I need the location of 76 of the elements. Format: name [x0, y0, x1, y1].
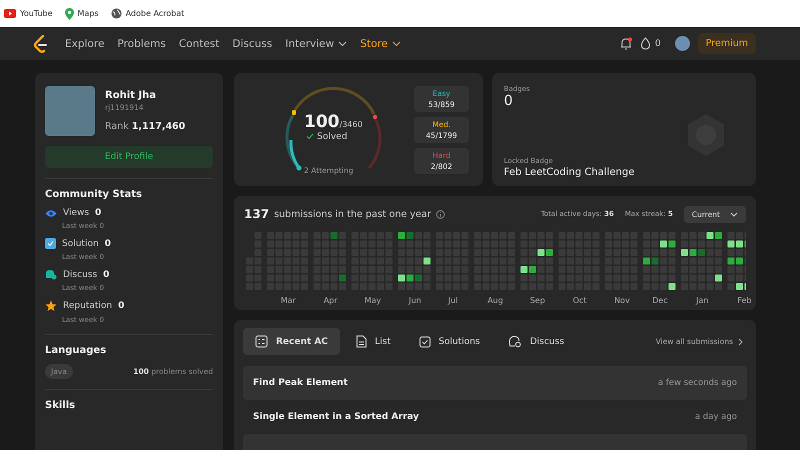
nav-link[interactable]: Interview	[285, 38, 348, 50]
logo-icon[interactable]	[33, 34, 49, 52]
bookmark-link[interactable]: YouTube	[20, 9, 53, 18]
section-title: Skills	[45, 400, 76, 411]
check-icon	[306, 133, 314, 140]
star-icon	[45, 300, 57, 312]
month-label: Aug	[487, 296, 504, 305]
chat-search-icon	[508, 335, 522, 348]
chevron-down-icon	[338, 41, 348, 47]
solved-count: 100	[304, 112, 340, 132]
stat-label: Discuss	[63, 270, 98, 280]
section-title: Languages	[45, 345, 108, 356]
checkbox-icon	[45, 238, 56, 249]
bookmark-link[interactable]: Adobe Acrobat	[126, 9, 184, 18]
month-label: Jul	[448, 296, 458, 305]
month-label: Nov	[614, 296, 630, 305]
month-label: Sep	[530, 296, 546, 305]
video-icon	[4, 9, 16, 18]
bell-icon[interactable]	[620, 37, 632, 50]
eye-icon	[45, 208, 57, 218]
month-label: Dec	[652, 296, 668, 305]
submission-row[interactable]: Find Peak Element a few seconds ago	[243, 366, 747, 400]
submission-count: 137	[244, 207, 270, 221]
month-label: May	[364, 296, 382, 305]
checkbox-icon	[418, 336, 431, 348]
month-label: Feb	[737, 296, 752, 305]
month-label: Jan	[696, 296, 708, 305]
nav-link[interactable]: Contest	[178, 38, 220, 50]
nav-link[interactable]: Discuss	[232, 38, 272, 50]
submission-row[interactable]: Single Element in a Sorted Array a day ago	[243, 400, 747, 434]
photo-placeholder	[45, 86, 95, 136]
submission-time: a day ago	[694, 412, 737, 422]
badges-count: 0	[504, 93, 514, 109]
coin-count: 0	[654, 38, 661, 48]
month-label: Mar	[280, 296, 296, 305]
edit-profile-button[interactable]: Edit Profile	[45, 146, 213, 168]
month-label: Apr	[324, 296, 338, 305]
chat-icon	[45, 269, 57, 280]
total-count: /3460	[340, 120, 363, 128]
rank-label: Rank	[105, 121, 129, 132]
badge-name: Feb LeetCoding Challenge	[504, 167, 636, 178]
chevron-down-icon	[392, 41, 401, 47]
stat-value: 0	[104, 238, 111, 248]
month-label: Oct	[572, 296, 587, 305]
problem-title: Single Element in a Sorted Array	[253, 412, 419, 422]
month-label: Jun	[408, 296, 422, 305]
stat-label: Reputation	[63, 301, 112, 311]
rank-value: 1,117,460	[132, 121, 186, 132]
bookmark-link[interactable]: Maps	[78, 9, 99, 18]
chevron-right-icon	[738, 338, 743, 346]
submission-time: a few seconds ago	[658, 378, 737, 388]
stat-label: Solution	[62, 238, 99, 248]
section-title: Community Stats	[45, 189, 143, 200]
checklist-icon	[255, 335, 268, 348]
tab[interactable]: Recent AC	[243, 328, 340, 355]
tab[interactable]: List	[344, 328, 403, 355]
stat-label: Views	[63, 208, 90, 218]
info-icon[interactable]	[436, 210, 446, 218]
globe-icon	[110, 8, 122, 19]
solved-label: Solved	[317, 132, 348, 142]
tab[interactable]: Solutions	[406, 328, 492, 354]
stat-value: 0	[118, 301, 124, 311]
avatar-icon[interactable]	[674, 36, 690, 51]
stat-value: 0	[95, 208, 102, 218]
nav-link[interactable]: Store	[360, 38, 401, 50]
stat-value: 0	[103, 270, 110, 280]
tab[interactable]: Discuss	[496, 328, 576, 355]
document-icon	[356, 335, 367, 348]
nav-link[interactable]: Explore	[65, 38, 104, 50]
nav-link[interactable]: Problems	[117, 38, 166, 50]
user-name: Rohit Jha	[105, 90, 157, 101]
submissions-label: submissions in the past one year	[274, 208, 432, 220]
map-pin-icon	[64, 8, 74, 20]
problem-title: Find Peak Element	[253, 378, 348, 388]
premium-button[interactable]: Premium	[698, 33, 756, 54]
chevron-down-icon	[730, 212, 738, 216]
